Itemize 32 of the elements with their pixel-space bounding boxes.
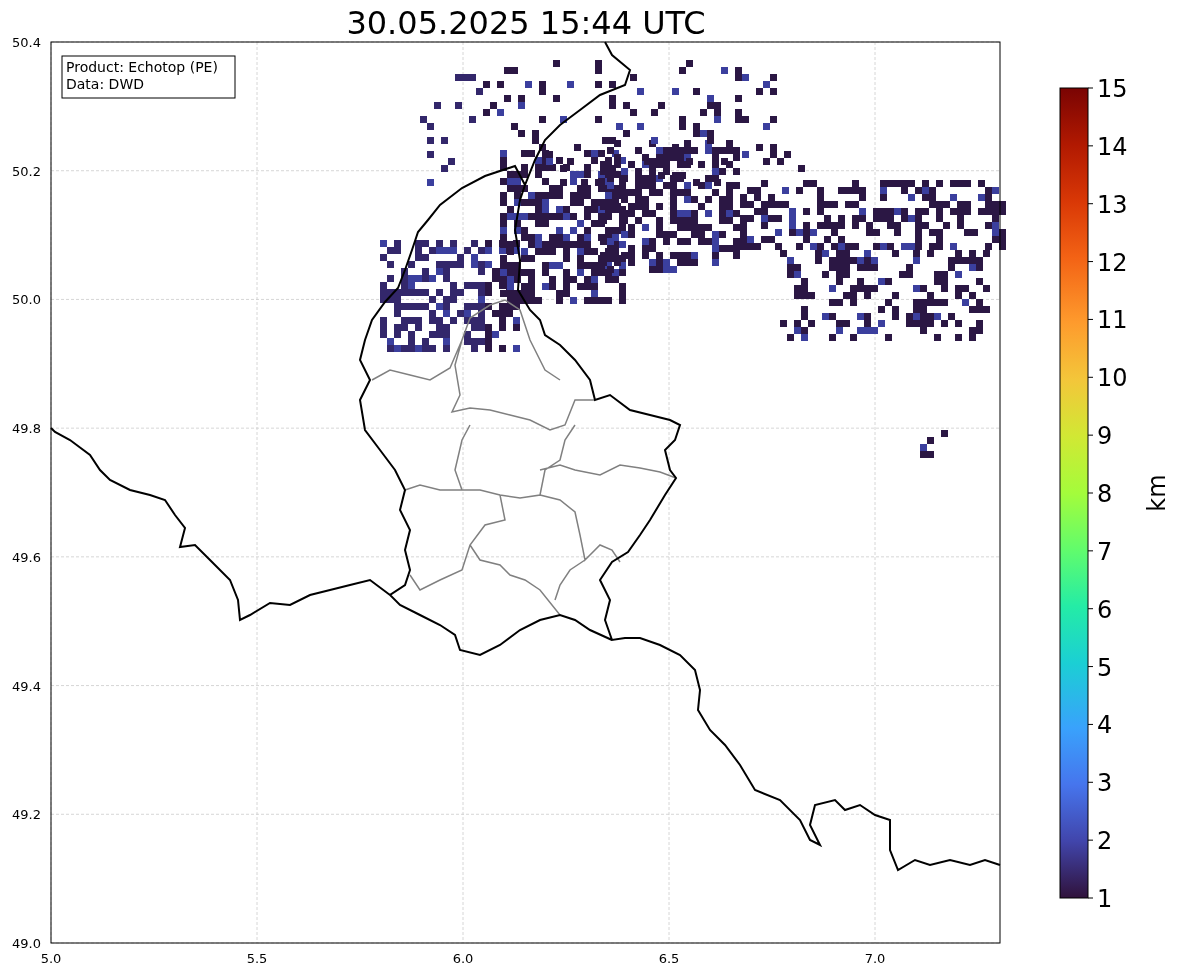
y-tick-label: 50.0: [12, 292, 41, 308]
colorbar-tick-label: 15: [1097, 75, 1128, 103]
colorbar-tick-label: 14: [1097, 132, 1128, 161]
y-tick-label: 49.0: [12, 936, 41, 951]
chart-title: 30.05.2025 15:44 UTC: [346, 4, 706, 42]
info-text: Product: Echotop (PE): [66, 59, 218, 75]
y-tick-label: 50.2: [12, 163, 41, 179]
colorbar-label: km: [1143, 474, 1171, 512]
colorbar-tick-label: 11: [1097, 306, 1128, 335]
y-tick-label: 49.8: [12, 421, 41, 437]
x-tick-label: 6.0: [452, 951, 474, 966]
y-tick-label: 50.4: [12, 35, 41, 50]
x-tick-label: 5.5: [246, 951, 268, 966]
x-tick-label: 6.5: [658, 951, 680, 966]
y-tick-label: 49.4: [12, 678, 41, 694]
x-tick-label: 7.0: [864, 951, 886, 966]
y-tick-label: 49.2: [12, 807, 41, 823]
y-tick-label: 49.6: [12, 549, 41, 565]
colorbar-tick-label: 5: [1097, 653, 1113, 682]
colorbar-tick-label: 10: [1097, 364, 1128, 393]
colorbar-tick-label: 8: [1097, 480, 1113, 508]
colorbar-tick-label: 6: [1097, 595, 1113, 624]
colorbar-tick-label: 3: [1097, 769, 1113, 798]
colorbar-tick-label: 1: [1097, 885, 1113, 913]
colorbar-tick-label: 13: [1097, 190, 1128, 219]
colorbar-tick-label: 9: [1097, 422, 1113, 451]
info-text: Data: DWD: [66, 76, 144, 92]
colorbar-tick-label: 12: [1097, 248, 1128, 277]
colorbar-tick-label: 7: [1097, 537, 1113, 566]
colorbar-tick-label: 4: [1097, 711, 1113, 740]
x-tick-label: 5.0: [40, 951, 62, 966]
colorbar-tick-label: 2: [1097, 827, 1113, 856]
